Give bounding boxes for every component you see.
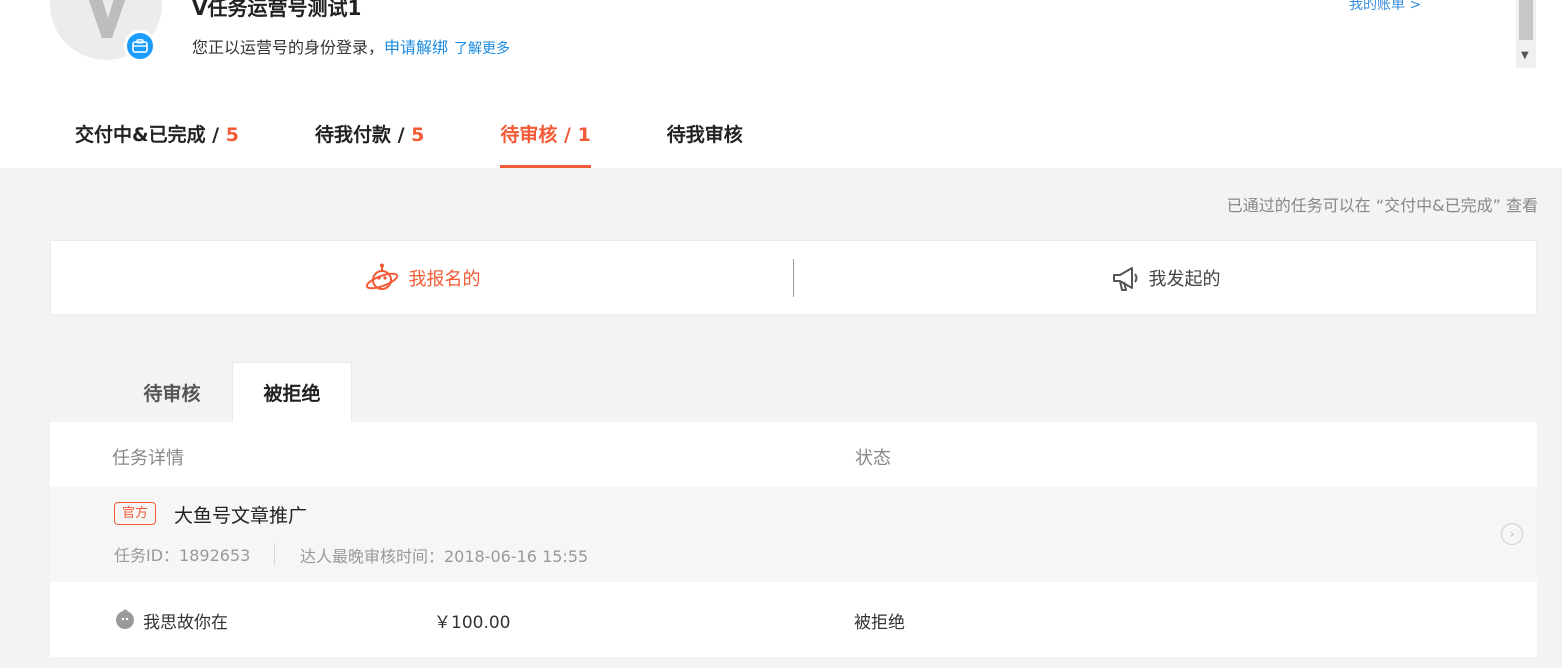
task-title[interactable]: 大鱼号文章推广 [174, 501, 307, 528]
scrollbar-thumb[interactable] [1519, 0, 1533, 40]
initiated-toggle[interactable]: 我发起的 [794, 241, 1537, 314]
account-name: V任务运营号测试1 [192, 0, 362, 20]
tab-pending-review[interactable]: 待审核 / 1 [500, 120, 592, 168]
signed-up-toggle[interactable]: 我报名的 [51, 241, 794, 314]
tab-count: 5 [225, 124, 239, 146]
official-badge: 官方 [114, 502, 157, 525]
task-panel: 待审核 被拒绝 任务详情 状态 官方 大鱼号文章推广 任务ID：1892653 … [50, 340, 1537, 668]
account-header: V任务运营号测试1 您正以运营号的身份登录，申请解绑 了解更多 我的账单 > ▼ … [0, 0, 1562, 168]
scrollbar[interactable]: ▼ [1516, 0, 1536, 68]
main-tabs: 交付中&已完成 / 5 待我付款 / 5 待审核 / 1 待我审核 [75, 120, 819, 168]
task-id: 任务ID：1892653 [114, 546, 251, 565]
tab-count: 1 [577, 124, 591, 146]
applicant-status: 被拒绝 [854, 613, 905, 633]
role-switch: 我报名的 我发起的 [50, 240, 1537, 315]
column-header-status: 状态 [855, 448, 891, 469]
bottom-strip [50, 657, 1537, 668]
sub-tab-rejected[interactable]: 被拒绝 [232, 362, 352, 422]
v-logo-icon [88, 0, 126, 38]
sub-tabs: 待审核 被拒绝 [50, 340, 1537, 422]
megaphone-icon [1112, 266, 1137, 291]
applicant-price: ￥100.00 [434, 613, 511, 633]
completed-hint: 已通过的任务可以在 “交付中&已完成” 查看 [1226, 196, 1538, 215]
planet-icon [365, 263, 398, 290]
initiated-label: 我发起的 [1148, 268, 1221, 290]
user-avatar-icon [116, 609, 134, 629]
divider [274, 543, 275, 565]
task-row[interactable]: 官方 大鱼号文章推广 任务ID：1892653 达人最晚审核时间：2018-06… [50, 487, 1537, 582]
unbind-link[interactable]: 申请解绑 [384, 38, 448, 57]
column-header-detail: 任务详情 [112, 448, 184, 469]
learn-more-link[interactable]: 了解更多 [454, 41, 510, 57]
tab-label: 待我付款 / [314, 124, 412, 146]
tab-delivering-completed[interactable]: 交付中&已完成 / 5 [75, 120, 239, 168]
applicant-name: 我思故你在 [143, 613, 228, 633]
applicant-row[interactable]: 我思故你在 ￥100.00 被拒绝 [50, 582, 1537, 657]
tab-count: 5 [411, 124, 425, 146]
sub-tab-pending[interactable]: 待审核 [112, 362, 232, 422]
tab-pending-payment[interactable]: 待我付款 / 5 [315, 120, 424, 168]
scroll-down-arrow-icon[interactable]: ▼ [1521, 50, 1529, 61]
chevron-right-icon[interactable]: › [1501, 523, 1523, 545]
my-bill-link[interactable]: 我的账单 > [1349, 0, 1421, 14]
tab-label: 待我审核 [666, 124, 743, 146]
tab-label: 待审核 / [500, 124, 578, 146]
tab-label: 交付中&已完成 / [75, 124, 226, 146]
briefcase-icon [124, 30, 156, 62]
tab-awaiting-my-review[interactable]: 待我审核 [667, 120, 743, 168]
login-info: 您正以运营号的身份登录，申请解绑 了解更多 [192, 34, 510, 58]
signed-up-label: 我报名的 [408, 268, 481, 290]
review-deadline: 达人最晚审核时间：2018-06-16 15:55 [300, 547, 589, 566]
login-text: 您正以运营号的身份登录， [192, 38, 385, 57]
